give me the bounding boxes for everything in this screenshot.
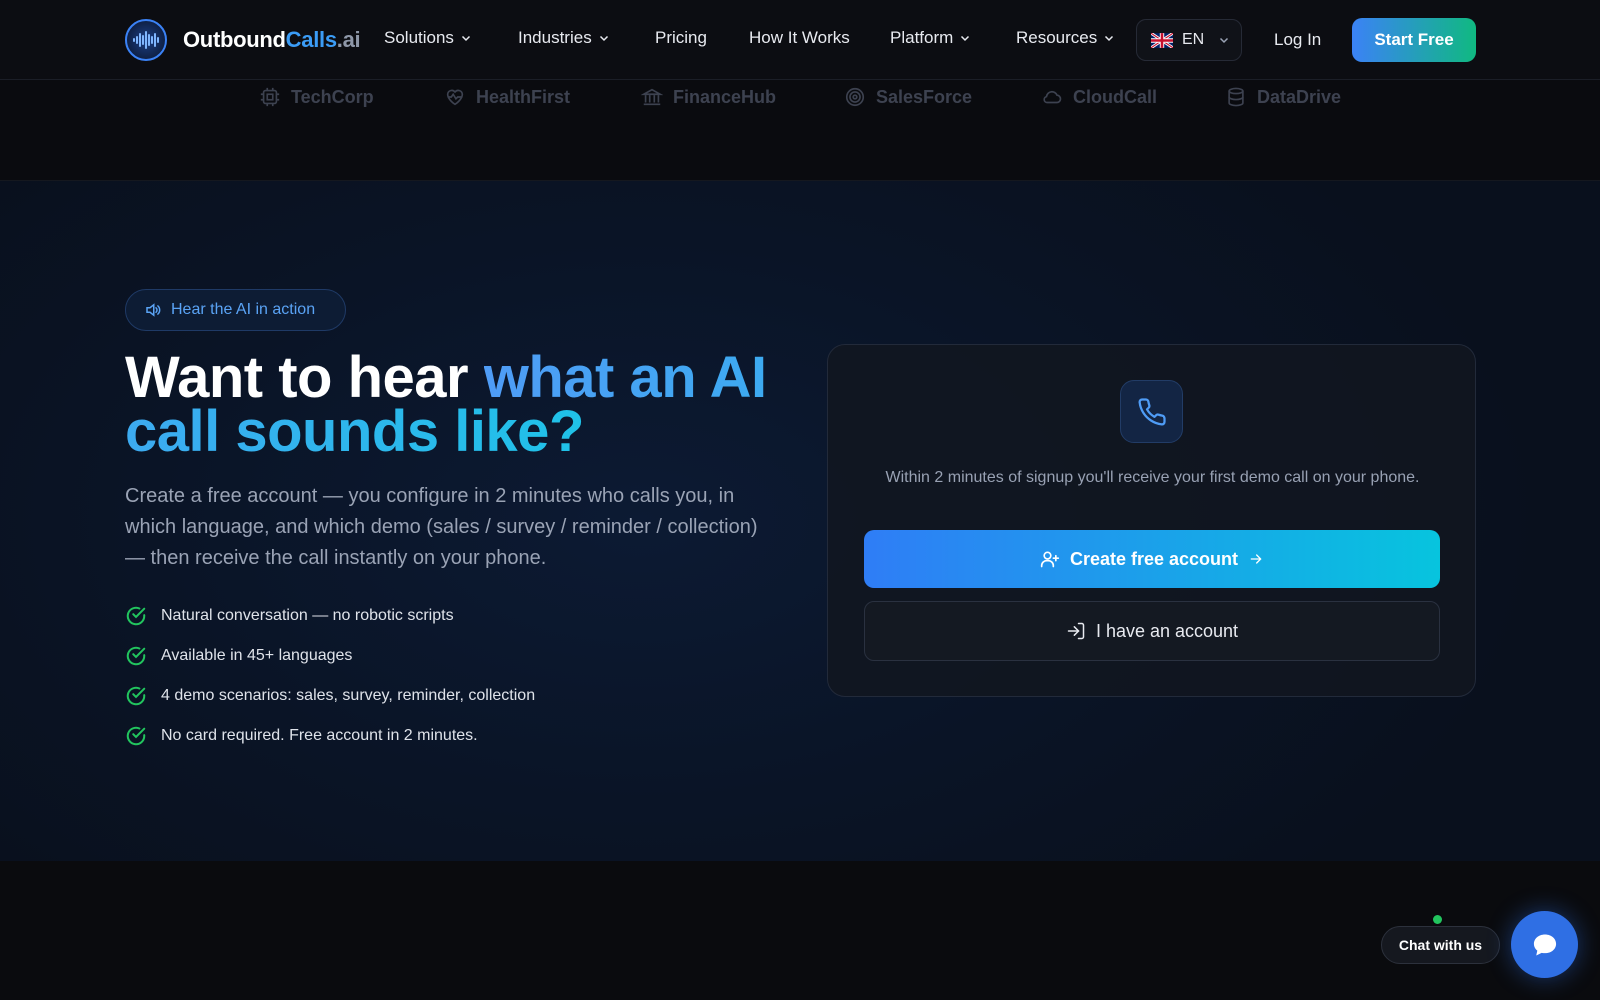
card-description: Within 2 minutes of signup you'll receiv… [885, 469, 1420, 486]
heart-pulse-icon [446, 89, 464, 106]
list-item: Available in 45+ languages [125, 636, 535, 676]
nav-resources-label: Resources [1016, 28, 1098, 47]
start-free-button[interactable]: Start Free [1352, 18, 1476, 62]
check-circle-icon [126, 726, 146, 746]
database-icon [1228, 87, 1244, 107]
logo-label: CloudCall [1073, 86, 1157, 107]
hero-subtitle: Create a free account — you configure in… [125, 485, 758, 569]
brand-name-part2: Calls [285, 27, 337, 52]
logo-cloudcall: CloudCall [1041, 86, 1157, 108]
phone-icon [1138, 397, 1166, 425]
chevron-down-icon [461, 35, 470, 42]
arrow-right-icon [1250, 554, 1262, 564]
list-item: 4 demo scenarios: sales, survey, reminde… [125, 676, 535, 716]
nav-industries[interactable]: Industries [518, 28, 609, 48]
check-label: 4 demo scenarios: sales, survey, reminde… [161, 687, 536, 704]
online-status-dot [1433, 915, 1442, 924]
nav-solutions[interactable]: Solutions [384, 28, 471, 48]
brand-name-part1: Outbound [183, 27, 286, 52]
check-label: Natural conversation — no robotic script… [161, 607, 454, 624]
language-code: EN [1182, 31, 1205, 48]
bank-icon [641, 88, 663, 106]
check-circle-icon [126, 686, 146, 706]
chevron-down-icon [1105, 35, 1114, 42]
logo-healthfirst: HealthFirst [444, 86, 570, 108]
logo-salesforce: SalesForce [844, 86, 972, 108]
soundwave-icon [125, 19, 167, 61]
uk-flag-icon [1151, 32, 1173, 48]
chevron-down-icon [599, 35, 608, 42]
chevron-down-icon [961, 35, 970, 42]
speaker-icon [146, 303, 161, 317]
next-section [0, 861, 1600, 1000]
have-account-label: I have an account [1095, 620, 1239, 641]
nav-platform-label: Platform [890, 28, 954, 47]
top-navbar: OutboundCalls.ai Solutions Industries Pr… [0, 0, 1600, 80]
list-item: No card required. Free account in 2 minu… [125, 716, 535, 756]
logo-label: TechCorp [291, 86, 374, 107]
nav-resources[interactable]: Resources [1016, 28, 1114, 48]
have-account-button[interactable]: I have an account [864, 601, 1440, 661]
chevron-down-icon [1220, 37, 1229, 44]
target-icon [845, 87, 865, 107]
nav-how-it-works[interactable]: How It Works [749, 28, 850, 48]
demo-call-card: Within 2 minutes of signup you'll receiv… [827, 344, 1476, 697]
chat-label-bubble[interactable]: Chat with us [1381, 926, 1500, 964]
nav-pricing[interactable]: Pricing [655, 28, 707, 48]
nav-how-it-works-label: How It Works [749, 28, 850, 47]
customer-logos-strip: TechCorp HealthFirst FinanceHub SalesFor… [0, 80, 1600, 181]
pill-label: Hear the AI in action [171, 301, 316, 318]
brand-name: OutboundCalls.ai [183, 27, 361, 53]
logo-label: HealthFirst [476, 86, 571, 107]
nav-industries-label: Industries [518, 28, 592, 47]
check-label: No card required. Free account in 2 minu… [161, 727, 478, 744]
feature-checklist: Natural conversation — no robotic script… [125, 596, 535, 756]
create-account-label: Create free account [1069, 548, 1239, 569]
check-label: Available in 45+ languages [161, 647, 353, 664]
list-item: Natural conversation — no robotic script… [125, 596, 535, 636]
login-icon [1067, 622, 1085, 640]
check-circle-icon [126, 646, 146, 666]
cloud-icon [1043, 90, 1062, 104]
logo-datadrive: DataDrive [1225, 86, 1341, 108]
logo-label: SalesForce [876, 86, 973, 107]
check-circle-icon [126, 606, 146, 626]
logo-label: FinanceHub [673, 86, 777, 107]
logo-financehub: FinanceHub [641, 86, 776, 108]
hero-section: Hear the AI in action Want to hear what … [0, 181, 1600, 861]
nav-platform[interactable]: Platform [890, 28, 970, 48]
hear-ai-pill: Hear the AI in action [125, 289, 346, 331]
create-account-button[interactable]: Create free account [864, 530, 1440, 588]
nav-solutions-label: Solutions [384, 28, 454, 47]
brand-name-part3: .ai [336, 27, 361, 52]
user-plus-icon [1040, 551, 1060, 568]
logo-label: DataDrive [1257, 86, 1342, 107]
language-selector[interactable]: EN [1136, 19, 1242, 61]
phone-icon-box [1120, 380, 1183, 443]
hero-headline: Want to hear what an AI call sounds like… [125, 349, 805, 461]
brand-logo[interactable]: OutboundCalls.ai [125, 19, 361, 61]
chat-bubble-icon [1533, 934, 1556, 955]
cpu-icon [260, 87, 280, 107]
login-link[interactable]: Log In [1274, 30, 1321, 50]
nav-pricing-label: Pricing [655, 28, 707, 47]
chat-button[interactable] [1511, 911, 1578, 978]
logo-techcorp: TechCorp [259, 86, 374, 108]
